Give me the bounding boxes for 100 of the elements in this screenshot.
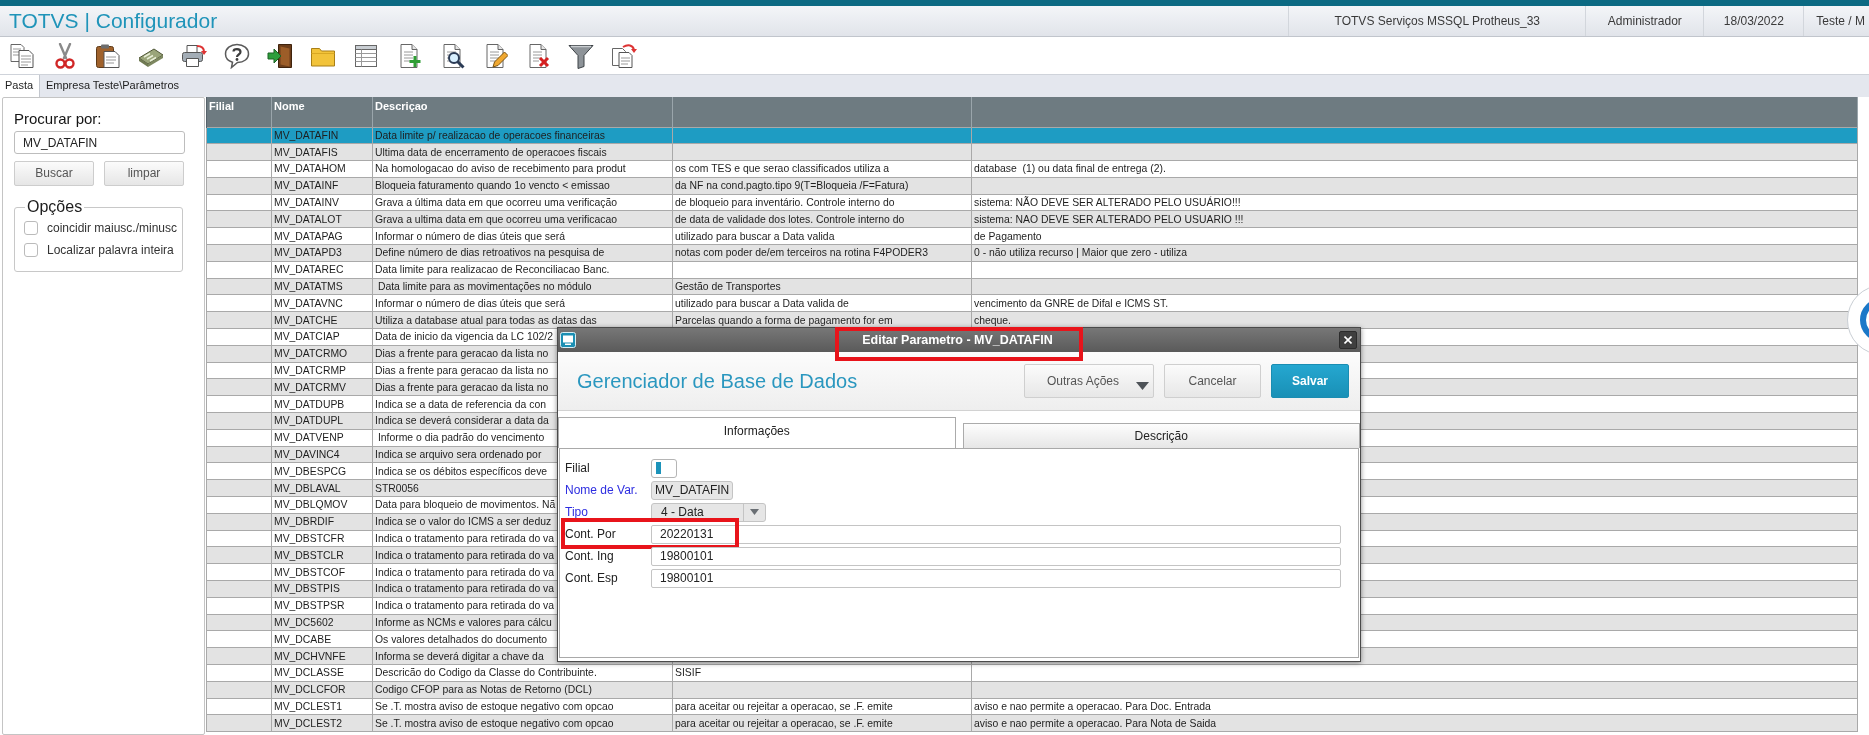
status-text: Administrador xyxy=(1585,6,1704,36)
filter-icon[interactable] xyxy=(568,42,594,69)
description-text: notas com poder de/em terceiros na rotina F4PODER3 xyxy=(675,247,928,259)
search-field[interactable]: MV_DATAFIN xyxy=(14,131,185,154)
description-text: de Pagamento xyxy=(974,230,1042,242)
round-widget-icon[interactable] xyxy=(1845,284,1869,356)
parameter-name: MV_DATAHOM xyxy=(274,163,346,175)
app-title: TOTVS | Configurador xyxy=(8,8,218,34)
description-text: Codigo CFOP para as Notas de Retorno (DCL) xyxy=(375,684,592,696)
description-text: Os valores detalhados do documento xyxy=(375,633,548,645)
checkbox[interactable] xyxy=(24,221,38,235)
description-text: Indica se os débitos específicos deve xyxy=(375,465,548,477)
column-header[interactable]: Nome xyxy=(271,97,373,127)
input-field: MV_DATAFIN xyxy=(651,480,734,500)
description-text: Data limite para as movimentações no módulo xyxy=(376,281,592,293)
description-text: Indica se a data de referencia da con xyxy=(375,398,546,410)
parameter-name: MV_DATDUPL xyxy=(274,415,344,427)
clipboard-icon[interactable] xyxy=(95,42,121,69)
status-text: Teste / M xyxy=(1803,6,1869,36)
parameter-name: MV_DBRDIF xyxy=(274,516,335,528)
column-header[interactable]: Filial xyxy=(206,97,272,127)
clear-button[interactable]: limpar xyxy=(104,161,184,186)
parameter-name: MV_DATAFIS xyxy=(274,146,338,158)
close-button[interactable] xyxy=(1339,331,1357,349)
description-text: Indica o tratamento para retirada do va xyxy=(375,583,555,595)
option-label[interactable]: Localizar palavra inteira xyxy=(47,242,174,258)
parameter-name: MV_DCABE xyxy=(274,633,332,645)
parameter-name: MV_DC5602 xyxy=(274,617,334,628)
dialog-heading: Gerenciador de Base de Dados xyxy=(577,369,858,393)
window-icon xyxy=(560,332,576,348)
scissors-icon[interactable] xyxy=(52,42,78,69)
description-text: Data de inicio da vigencia da LC 102/2 xyxy=(375,331,553,343)
parameter-name: MV_DCHVNFE xyxy=(274,650,346,662)
checkbox[interactable] xyxy=(24,243,38,257)
description-text: Data para bloqueio de movimentos. Nã xyxy=(375,499,556,511)
description-text: cheque. xyxy=(974,314,1011,326)
close-icon xyxy=(1344,336,1352,344)
search-button[interactable]: Buscar xyxy=(14,161,94,186)
description-text: Utiliza a database atual para todas as datas das xyxy=(375,314,597,326)
description-text: aviso e nao permite a operacao. Para Doc. Entrada xyxy=(974,701,1211,712)
description-text: Informe as NCMs e valores para cálcu xyxy=(375,617,552,628)
help-icon[interactable] xyxy=(224,42,250,69)
copy-icon[interactable] xyxy=(9,42,35,69)
input-field[interactable]: 19800101 xyxy=(651,546,1341,566)
input-field[interactable] xyxy=(651,458,677,478)
parameter-name: MV_DCLCFOR xyxy=(274,684,346,696)
documents-arrow-icon[interactable] xyxy=(611,42,637,69)
door-arrow-icon[interactable] xyxy=(267,42,293,69)
parameter-name: MV_DATAVNC xyxy=(274,297,343,309)
description-text: de data de validade dos lotes. Controle interno do xyxy=(675,213,905,225)
description-text: Dias a frente para geracao da lista no xyxy=(375,348,549,360)
description-text: SISIF xyxy=(675,667,701,679)
input-field[interactable]: 19800101 xyxy=(651,568,1341,588)
input-field[interactable]: 20220131 xyxy=(651,524,1341,544)
parameter-name: MV_DBESPCG xyxy=(274,465,347,477)
description-text: Indica se o valor do ICMS a ser deduz xyxy=(375,516,552,528)
parameter-name: MV_DCLASSE xyxy=(274,667,344,679)
description-text: Define número de dias retroativos na pesquisa de xyxy=(375,247,605,259)
parameter-name: MV_DATALOT xyxy=(274,213,342,225)
actions-menu-button[interactable]: Outras Ações xyxy=(1024,364,1154,398)
field-label: Cont. Por xyxy=(565,526,617,542)
parameter-name: MV_DCLEST1 xyxy=(274,701,343,712)
table-row[interactable]: MV_DATAFIN Data limite p/ realizacao de operacoes financeiras xyxy=(206,127,1858,144)
description-text: Descricão do Codigo da Classe do Contribuinte. xyxy=(375,667,597,679)
description-text: Indica o tratamento para retirada do va xyxy=(375,600,555,612)
description-text: Informar o número de dias úteis que será xyxy=(375,297,566,309)
parameter-name: MV_DATAPD3 xyxy=(274,247,342,259)
parameter-name: MV_DATCRMO xyxy=(274,348,348,360)
parameter-name: MV_DCLEST2 xyxy=(274,717,343,729)
description-text: Indica o tratamento para retirada do va xyxy=(375,549,555,561)
field-label: Tipo xyxy=(565,504,589,520)
column-header[interactable]: Descriçao xyxy=(372,97,673,127)
description-text: da NF na cond.pagto.tipo 9(T=Bloqueia /F=Fatura) xyxy=(675,180,909,192)
option-label[interactable]: coincidir maiusc./minusc xyxy=(47,220,178,236)
tab[interactable]: Informações xyxy=(558,417,956,448)
tab[interactable]: Descrição xyxy=(962,423,1360,448)
description-text: para aceitar ou rejeitar a operacao, se .F. emite xyxy=(675,701,893,712)
description-text: sistema: NÃO DEVE SER ALTERADO PELO USUÁRIO!!! xyxy=(974,197,1241,209)
parameter-name: MV_DATAINV xyxy=(274,197,339,209)
tab[interactable]: Pasta xyxy=(0,75,40,97)
printer-icon[interactable] xyxy=(181,42,207,69)
description-text: Indica o tratamento para retirada do va xyxy=(375,533,555,544)
description-text: Dias a frente para geracao da lista no xyxy=(375,365,549,377)
description-text: Se .T. mostra aviso de estoque negativo com opcao xyxy=(375,701,614,712)
description-text: database (1) ou data final de entrega (2). xyxy=(974,163,1166,175)
cancel-button[interactable]: Cancelar xyxy=(1164,364,1261,398)
parameter-name: MV_DATATMS xyxy=(274,281,343,293)
parameter-name: MV_DATCIAP xyxy=(274,331,340,343)
description-text: Grava a ultima data em que ocorreu uma verificacao xyxy=(375,213,617,225)
description-text: utilizado para buscar a Data valida xyxy=(675,230,835,242)
parameter-name: MV_DBSTCFR xyxy=(274,533,345,544)
description-text: Data limite p/ realizacao de operacoes financeiras xyxy=(375,129,605,141)
parameter-name: MV_DBLQMOV xyxy=(274,499,348,511)
search-title: Procurar por: xyxy=(14,110,103,128)
parameter-name: MV_DATAPAG xyxy=(274,230,343,242)
description-text: Informa se deverá digitar a chave da xyxy=(375,650,544,662)
parameter-name: MV_DATAREC xyxy=(274,264,344,276)
description-text: Ultima data de encerramento de operacoes fiscais xyxy=(375,146,607,158)
description-text: Informar o número de dias úteis que será xyxy=(375,230,566,242)
breadcrumb-path: Empresa Teste\Parâmetros xyxy=(45,78,180,93)
